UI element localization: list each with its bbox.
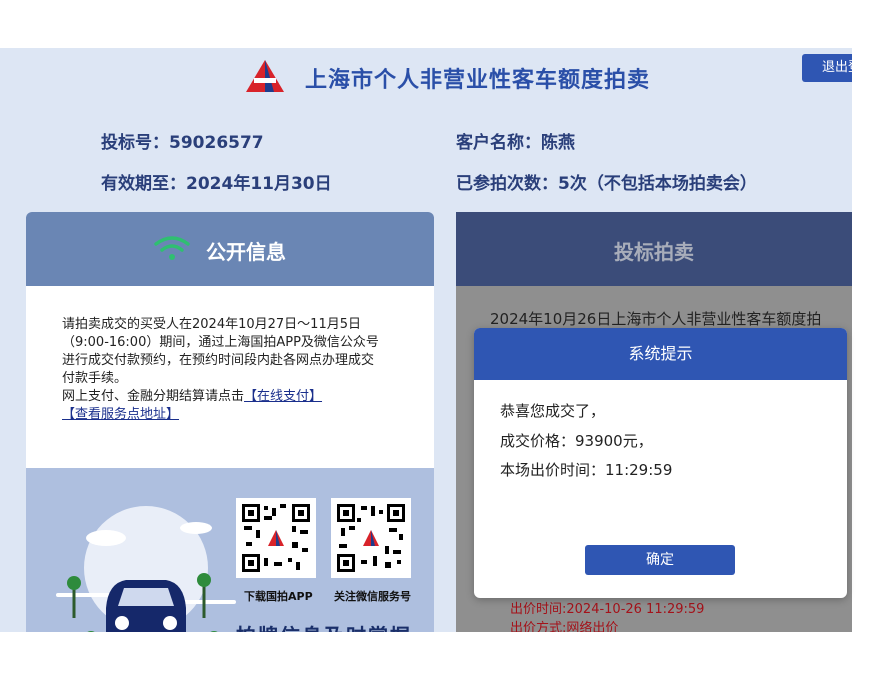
promo-slogan: 拍牌信息及时掌握 xyxy=(236,620,412,632)
dialog-price-text: 成交价格：93900元， xyxy=(500,432,653,450)
dialog-success-text: 恭喜您成交了， xyxy=(500,402,606,420)
payment-notice: 请拍卖成交的买受人在2024年10月27日～11月5日 （9:00-16:00）… xyxy=(62,316,402,424)
bid-method-text: 出价方式:网络出价 xyxy=(510,621,619,632)
bidding-header: 投标拍卖 xyxy=(456,212,852,286)
auction-session-text: 2024年10月26日上海市个人非营业性客车额度拍 xyxy=(490,310,822,328)
guopai-logo-icon xyxy=(246,60,284,92)
bid-number: 投标号：59026577 xyxy=(101,133,264,153)
promo-banner: 下载国拍APP 关注微信服务号 拍牌信息及时 xyxy=(26,468,434,632)
public-info-title: 公开信息 xyxy=(206,240,286,264)
notice-line: 进行成交付款预约，在预约时间段内赴各网点办理成交 xyxy=(62,353,375,368)
qr-code-icon xyxy=(335,502,407,574)
dialog-title: 系统提示 xyxy=(474,328,847,380)
qr-wechat-label: 关注微信服务号 xyxy=(334,590,411,603)
notice-line: （9:00-16:00）期间，通过上海国拍APP及微信公众号 xyxy=(62,335,379,350)
public-info-card: 公开信息 请拍卖成交的买受人在2024年10月27日～11月5日 （9:00-1… xyxy=(26,212,434,632)
qr-app-label: 下载国拍APP xyxy=(244,590,313,603)
notice-line: 网上支付、金融分期结算请点击【在线支付】 xyxy=(62,388,402,406)
car-illustration-icon xyxy=(56,506,236,632)
site-title: 上海市个人非营业性客车额度拍卖 xyxy=(305,68,651,93)
confirm-button[interactable]: 确定 xyxy=(585,545,735,575)
notice-line-text: 网上支付、金融分期结算请点击 xyxy=(62,389,245,404)
valid-until: 有效期至：2024年11月30日 xyxy=(101,174,332,194)
qr-code-app xyxy=(236,498,316,578)
public-info-header: 公开信息 xyxy=(26,212,434,286)
dialog-time-text: 本场出价时间：11:29:59 xyxy=(500,461,673,479)
notice-line: 请拍卖成交的买受人在2024年10月27日～11月5日 xyxy=(62,317,361,332)
qr-code-icon xyxy=(240,502,312,574)
online-payment-link[interactable]: 【在线支付】 xyxy=(244,389,322,404)
notice-line: 付款手续。 xyxy=(62,371,128,386)
bid-time-text: 出价时间:2024-10-26 11:29:59 xyxy=(510,602,705,617)
wifi-icon xyxy=(154,236,190,260)
auction-count: 已参拍次数：5次（不包括本场拍卖会） xyxy=(456,174,757,194)
customer-name: 客户名称：陈燕 xyxy=(456,133,575,153)
qr-code-wechat xyxy=(331,498,411,578)
service-address-link[interactable]: 【查看服务点地址】 xyxy=(62,406,402,424)
system-alert-dialog: 系统提示 恭喜您成交了， 成交价格：93900元， 本场出价时间：11:29:5… xyxy=(474,328,847,598)
bidding-title: 投标拍卖 xyxy=(614,240,694,264)
logout-button[interactable]: 退出登 xyxy=(802,54,852,82)
